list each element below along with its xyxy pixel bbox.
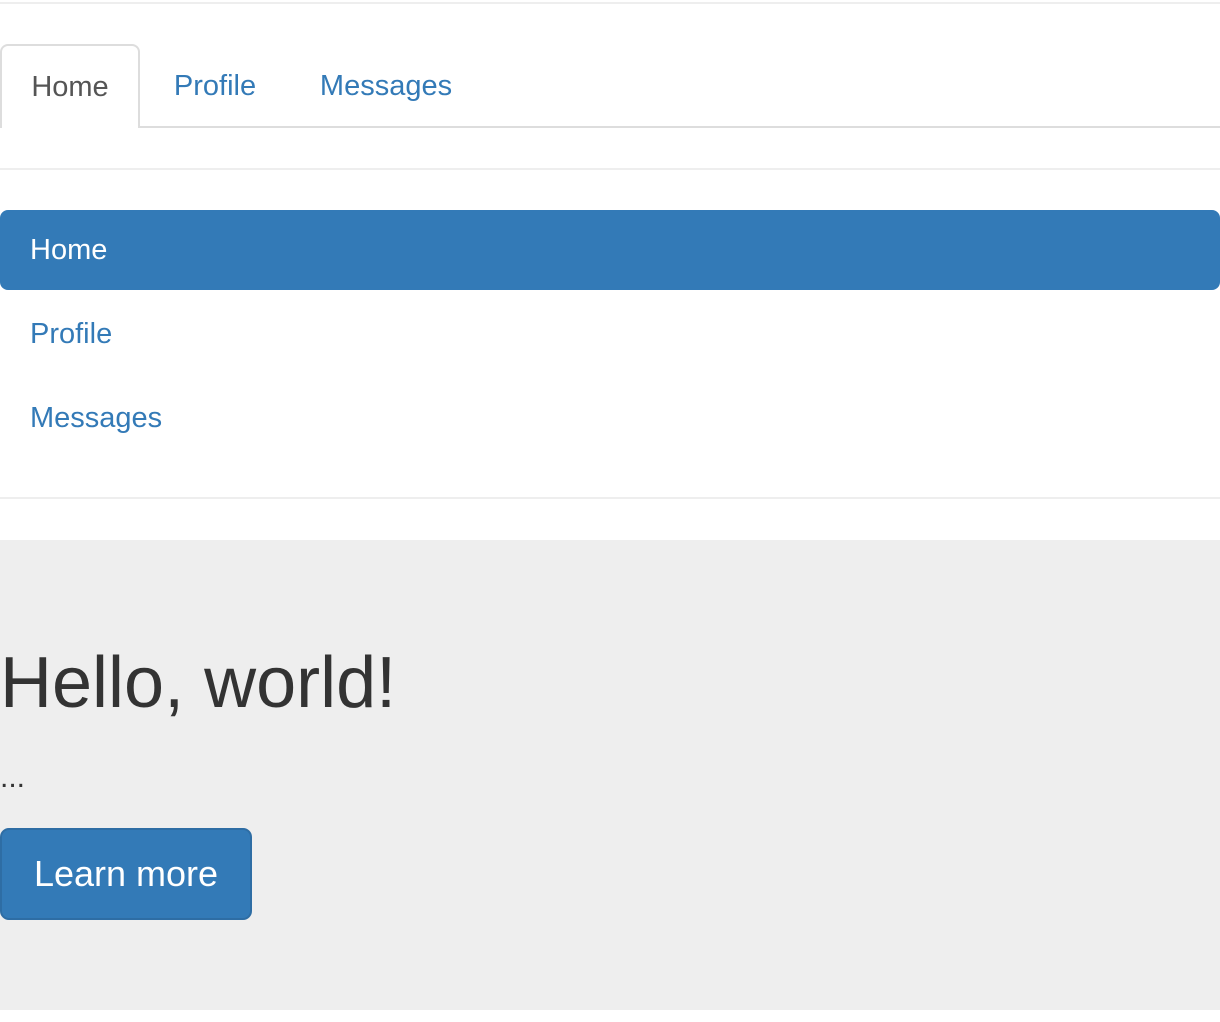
pill-profile[interactable]: Profile: [0, 294, 1220, 374]
top-divider: [0, 2, 1220, 4]
pill-home[interactable]: Home: [0, 210, 1220, 290]
tab-profile[interactable]: Profile: [142, 44, 288, 128]
tab-messages[interactable]: Messages: [290, 44, 482, 128]
tab-nav: Home Profile Messages: [0, 44, 1220, 128]
pill-messages[interactable]: Messages: [0, 378, 1220, 458]
jumbotron-text: ...: [0, 761, 26, 794]
jumbotron: Hello, world! ... Learn more: [0, 540, 1220, 1010]
jumbotron-heading: Hello, world!: [0, 643, 397, 723]
tab-home[interactable]: Home: [0, 44, 140, 128]
section-divider: [0, 497, 1220, 499]
section-divider: [0, 168, 1220, 170]
learn-more-button[interactable]: Learn more: [0, 828, 252, 920]
